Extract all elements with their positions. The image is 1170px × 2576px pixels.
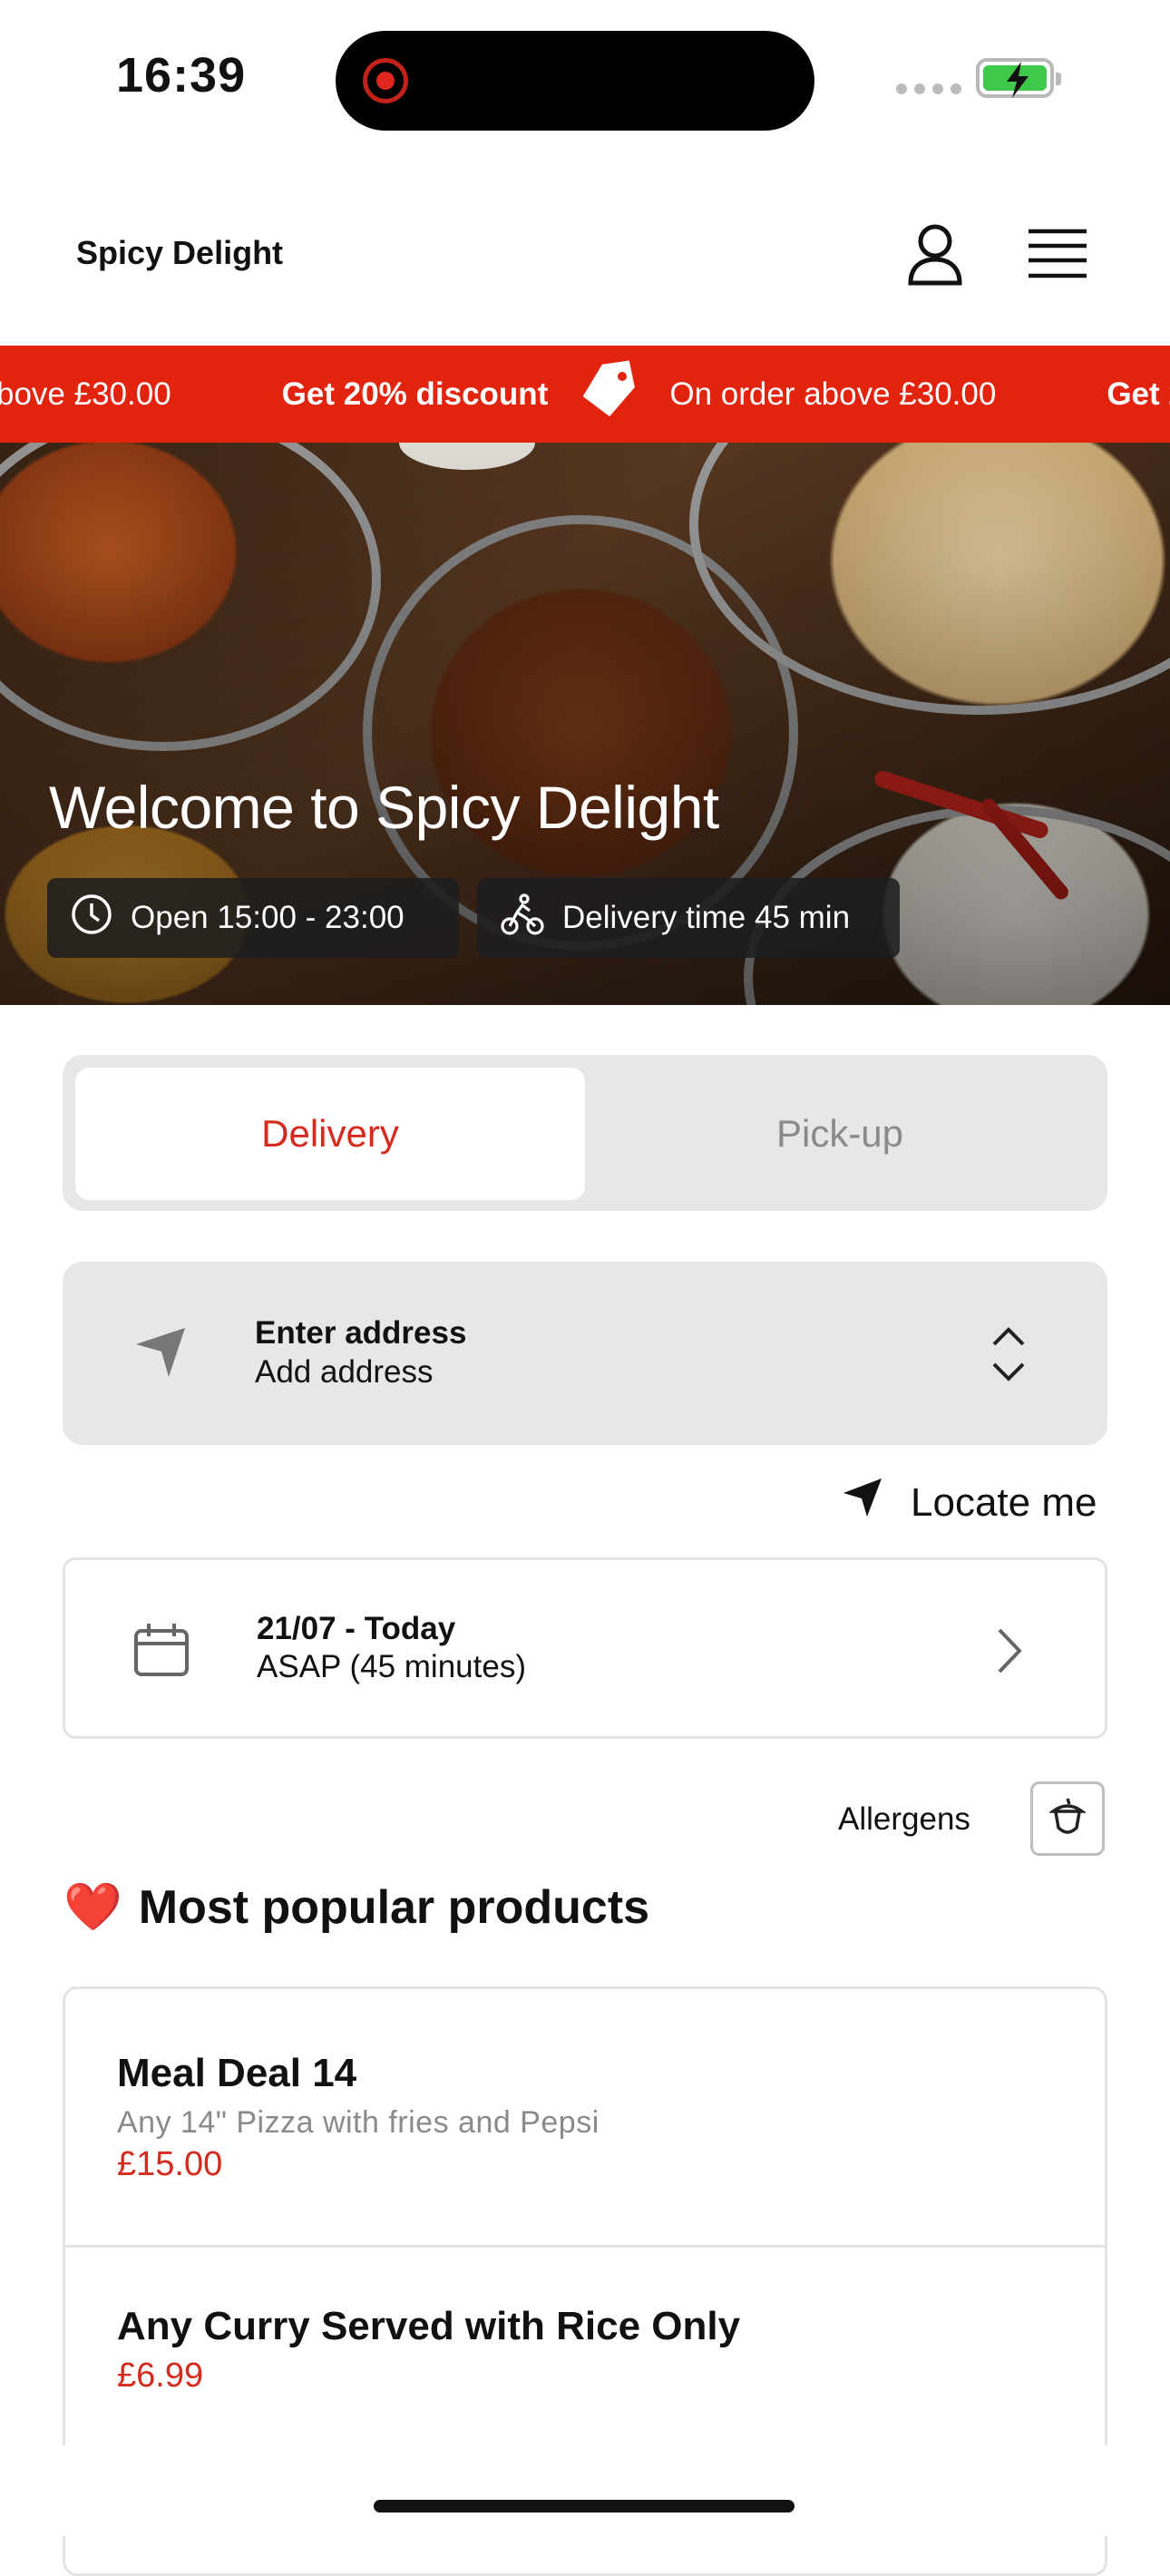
product-name: Meal Deal 14 (117, 2051, 357, 2095)
product-card[interactable]: Meal Deal 14 Any 14" Pizza with fries an… (65, 1989, 1105, 2248)
tag-icon (579, 360, 639, 428)
delivery-time-badge: Delivery time 45 min (477, 878, 900, 958)
clock-icon (71, 893, 112, 943)
cyclist-icon (501, 893, 544, 944)
address-subtitle: Add address (255, 1354, 434, 1390)
bottom-safe-area (0, 2445, 1170, 2536)
product-description: Any 14" Pizza with fries and Pepsi (117, 2105, 600, 2140)
locate-me-label: Locate me (911, 1479, 1097, 1525)
promo-condition: On order above £30.00 (669, 376, 997, 412)
address-title: Enter address (255, 1315, 467, 1351)
tab-delivery[interactable]: Delivery (75, 1068, 585, 1200)
home-indicator[interactable] (374, 2500, 795, 2513)
allergens-label: Allergens (838, 1801, 970, 1837)
user-icon[interactable] (903, 221, 967, 291)
product-name: Any Curry Served with Rice Only (117, 2304, 741, 2348)
heart-icon: ❤️ (63, 1881, 122, 1934)
location-arrow-icon (842, 1477, 883, 1528)
popular-title-text: Most popular products (138, 1880, 650, 1934)
locate-me-button[interactable]: Locate me (842, 1477, 1097, 1528)
tab-pickup[interactable]: Pick-up (585, 1068, 1095, 1200)
brand-name[interactable]: Spicy Delight (76, 234, 283, 272)
promo-headline: Get 20% discount (281, 376, 549, 412)
status-time: 16:39 (116, 48, 247, 102)
hero-title: Welcome to Spicy Delight (49, 774, 719, 841)
cellular-signal-icon (896, 83, 961, 94)
address-selector[interactable] (63, 1262, 1107, 1445)
delivery-schedule-selector[interactable] (63, 1557, 1107, 1739)
promo-fragment: bove £30.00 (0, 376, 171, 412)
recording-indicator-icon (363, 58, 408, 103)
up-down-chevron-icon (990, 1326, 1027, 1387)
battery-charging-icon (976, 58, 1061, 98)
promo-banner: bove £30.00 Get 20% discount On order ab… (0, 346, 1170, 443)
product-price: £6.99 (117, 2356, 204, 2395)
acorn-icon (1048, 1797, 1087, 1841)
navigation-arrow-icon (132, 1324, 189, 1385)
calendar-icon (132, 1622, 190, 1683)
open-hours-text: Open 15:00 - 23:00 (131, 900, 405, 935)
schedule-date: 21/07 - Today (257, 1611, 456, 1646)
promo-headline-repeat: Get 20% discount (1107, 376, 1170, 412)
chevron-right-icon (994, 1626, 1025, 1680)
popular-section-title: ❤️ Most popular products (63, 1879, 649, 1935)
schedule-time: ASAP (45 minutes) (257, 1649, 526, 1684)
open-hours-badge: Open 15:00 - 23:00 (47, 878, 459, 958)
hamburger-menu-icon[interactable] (1029, 229, 1087, 284)
product-price: £15.00 (117, 2145, 223, 2183)
allergens-button[interactable] (1030, 1781, 1105, 1856)
delivery-time-text: Delivery time 45 min (562, 900, 851, 935)
